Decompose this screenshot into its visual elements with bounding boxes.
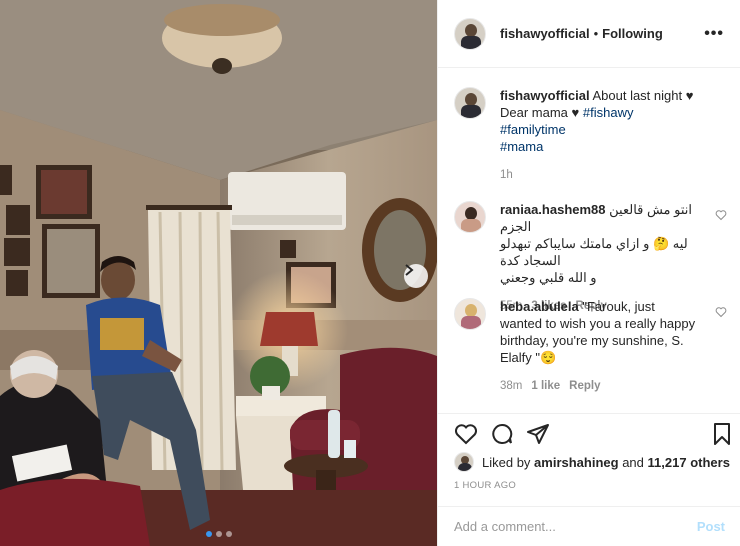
caption-text-2: Dear mama (500, 105, 568, 120)
more-options-icon[interactable]: ••• (704, 25, 724, 43)
post-timestamp[interactable]: 1 HOUR AGO (454, 480, 516, 491)
post-side-panel: fishawyofficial • Following ••• fishawyo… (437, 0, 740, 546)
hashtag-link[interactable]: #fishawy (583, 105, 634, 120)
black-heart-icon: ♥ (571, 105, 580, 120)
add-comment-input[interactable] (454, 519, 697, 534)
comment-text-line: و الله قلبي وجعني (500, 270, 597, 285)
comment-age[interactable]: 38m (500, 378, 522, 395)
post-header: fishawyofficial • Following ••• (438, 0, 740, 68)
carousel-dot-active (206, 531, 212, 537)
black-heart-icon: ♥ (685, 88, 694, 103)
chevron-right-icon (405, 264, 414, 276)
carousel-dot (216, 531, 222, 537)
commenter-username[interactable]: raniaa.hashem88 (500, 202, 606, 217)
commenter-avatar[interactable] (454, 298, 486, 330)
comments-list[interactable]: fishawyofficial About last night ♥ Dear … (438, 69, 740, 413)
likes-conj: and (622, 454, 644, 470)
hashtag-link[interactable]: #familytime (500, 122, 566, 137)
caption-username[interactable]: fishawyofficial (500, 88, 590, 103)
commenter-avatar[interactable] (454, 201, 486, 233)
liker-avatar[interactable] (454, 452, 474, 472)
carousel-dot (226, 531, 232, 537)
like-comment-heart-icon[interactable] (715, 306, 727, 318)
comment-bubble-icon[interactable] (490, 422, 514, 446)
like-heart-icon[interactable] (454, 422, 478, 446)
author-avatar[interactable] (454, 17, 486, 50)
living-room-photo (0, 0, 437, 546)
comment-text-line: ليه 🤔 و ازاي مامتك سايباكم تبهدلو السجاد… (500, 236, 688, 268)
likes-others-link[interactable]: 11,217 others (648, 455, 730, 470)
share-paper-plane-icon[interactable] (526, 422, 550, 446)
commenter-username[interactable]: heba.abulela (500, 299, 579, 314)
follow-status-button[interactable]: Following (602, 26, 663, 41)
caption-age[interactable]: 1h (500, 167, 513, 184)
caption-avatar[interactable] (454, 87, 486, 119)
carousel-indicator (206, 531, 232, 537)
post-actions-bar (438, 413, 740, 453)
likes-prefix: Liked by (482, 454, 531, 470)
comment-likes[interactable]: 1 like (531, 378, 560, 395)
carousel-next-button[interactable] (404, 264, 428, 288)
liker-username[interactable]: amirshahineg (534, 455, 619, 470)
reply-button[interactable]: Reply (569, 378, 600, 395)
like-comment-heart-icon[interactable] (715, 209, 727, 221)
caption: fishawyofficial About last night ♥ Dear … (454, 87, 729, 184)
post-photo[interactable] (0, 0, 437, 546)
comment: heba.abulela "Farouk, just wanted to wis… (454, 298, 729, 395)
header-separator: • (593, 26, 599, 41)
add-comment-bar: Post (438, 506, 740, 546)
post-comment-button[interactable]: Post (697, 519, 725, 534)
caption-text: About last night (592, 88, 683, 103)
author-username[interactable]: fishawyofficial (500, 26, 590, 41)
likes-summary: Liked by amirshahineg and 11,217 others (454, 452, 730, 472)
hashtag-link[interactable]: #mama (500, 139, 543, 154)
save-bookmark-icon[interactable] (710, 422, 734, 446)
